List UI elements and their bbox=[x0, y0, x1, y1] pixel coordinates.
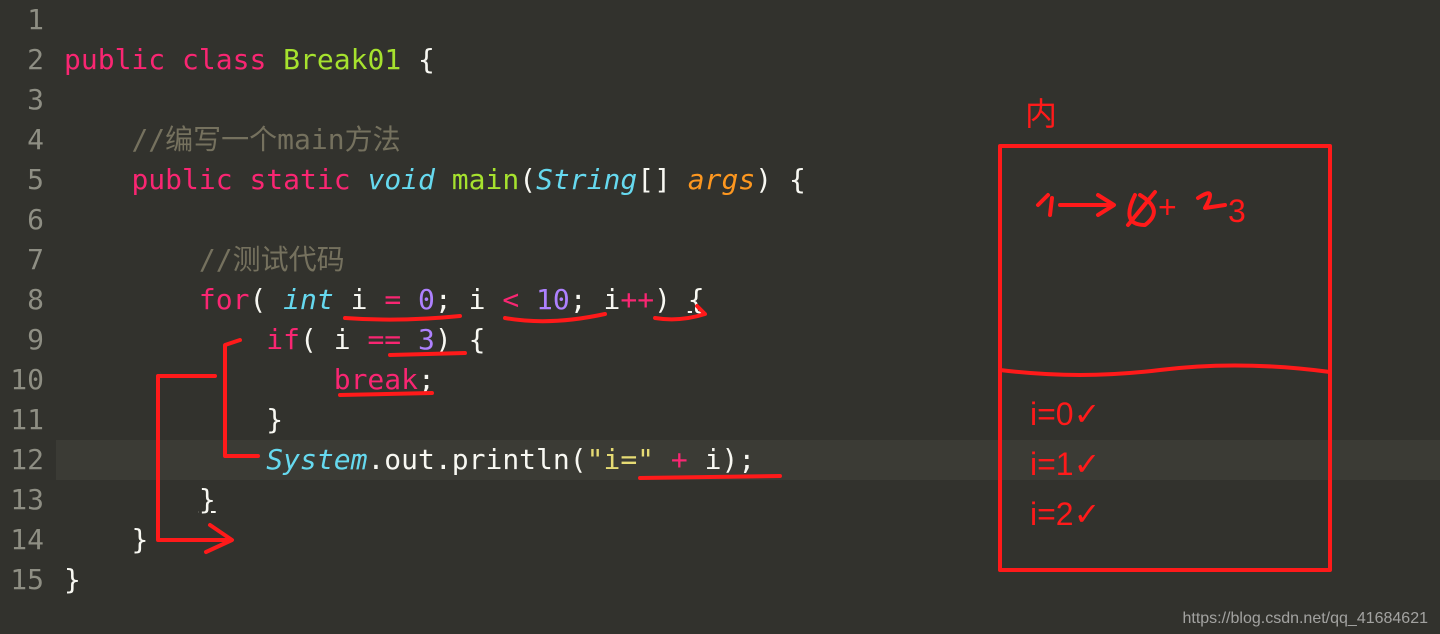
code-line: } bbox=[56, 520, 1440, 560]
line-number: 7 bbox=[0, 240, 44, 280]
line-number: 3 bbox=[0, 80, 44, 120]
code-line: for( int i = 0; i < 10; i++) { bbox=[56, 280, 1440, 320]
code-line: if( i == 3) { bbox=[56, 320, 1440, 360]
code-editor: 1 2 3 4 5 6 7 8 9 10 11 12 13 14 15 publ… bbox=[0, 0, 1440, 634]
line-number: 5 bbox=[0, 160, 44, 200]
line-number: 2 bbox=[0, 40, 44, 80]
line-number: 10 bbox=[0, 360, 44, 400]
code-line: public static void main(String[] args) { bbox=[56, 160, 1440, 200]
line-number: 15 bbox=[0, 560, 44, 600]
line-number: 4 bbox=[0, 120, 44, 160]
line-number: 1 bbox=[0, 0, 44, 40]
code-line: public class Break01 { bbox=[56, 40, 1440, 80]
line-number: 13 bbox=[0, 480, 44, 520]
code-line bbox=[56, 80, 1440, 120]
line-number: 11 bbox=[0, 400, 44, 440]
code-line: //编写一个main方法 bbox=[56, 120, 1440, 160]
line-number: 14 bbox=[0, 520, 44, 560]
line-number: 9 bbox=[0, 320, 44, 360]
line-gutter: 1 2 3 4 5 6 7 8 9 10 11 12 13 14 15 bbox=[0, 0, 56, 634]
code-line: System.out.println("i=" + i); bbox=[56, 440, 1440, 480]
code-line: break; bbox=[56, 360, 1440, 400]
line-number: 12 bbox=[0, 440, 44, 480]
line-number: 6 bbox=[0, 200, 44, 240]
line-number: 8 bbox=[0, 280, 44, 320]
code-line: } bbox=[56, 560, 1440, 600]
code-line: //测试代码 bbox=[56, 240, 1440, 280]
code-line: } bbox=[56, 480, 1440, 520]
code-area[interactable]: public class Break01 { //编写一个main方法 publ… bbox=[56, 0, 1440, 634]
code-line bbox=[56, 0, 1440, 40]
code-line bbox=[56, 200, 1440, 240]
watermark: https://blog.csdn.net/qq_41684621 bbox=[1182, 610, 1428, 628]
code-line: } bbox=[56, 400, 1440, 440]
